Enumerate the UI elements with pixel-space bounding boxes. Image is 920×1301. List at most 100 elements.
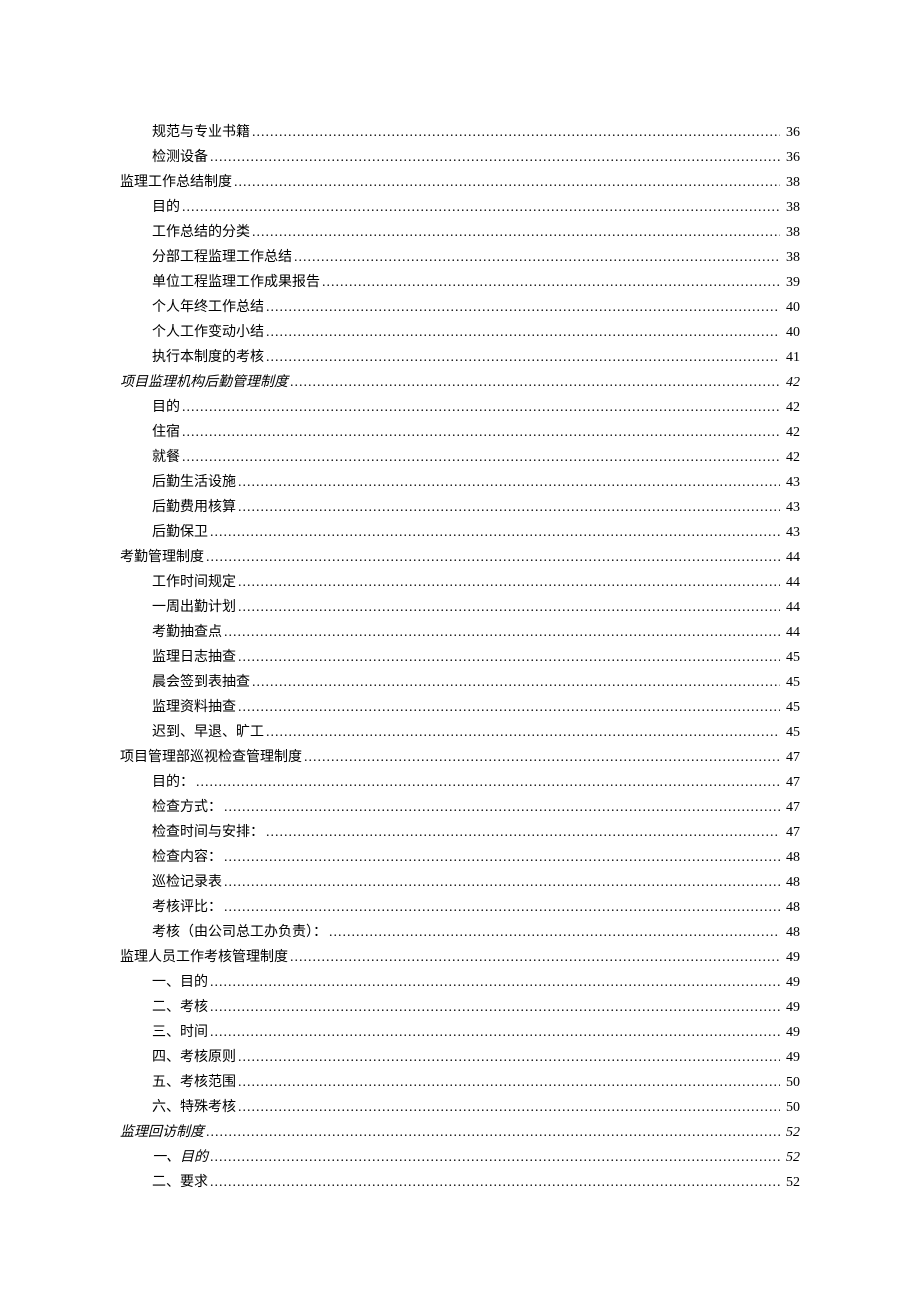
toc-entry[interactable]: 目的38	[152, 195, 800, 220]
toc-entry-label: 检测设备	[152, 145, 208, 170]
toc-entry-label: 一、目的	[152, 1145, 208, 1170]
toc-entry-label: 规范与专业书籍	[152, 120, 250, 145]
toc-entry[interactable]: 个人工作变动小结 40	[152, 320, 800, 345]
toc-entry-page: 49	[780, 945, 800, 970]
toc-entry[interactable]: 监理工作总结制度38	[120, 170, 800, 195]
toc-entry-page: 44	[780, 620, 800, 645]
toc-entry-label: 四、考核原则	[152, 1045, 236, 1070]
toc-entry-label: 监理工作总结制度	[120, 170, 232, 195]
toc-entry-label: 就餐	[152, 445, 180, 470]
toc-entry[interactable]: 单位工程监理工作成果报告39	[152, 270, 800, 295]
toc-leader-dots	[208, 1020, 780, 1045]
toc-leader-dots	[236, 1070, 780, 1095]
toc-leader-dots	[236, 570, 780, 595]
toc-entry[interactable]: 监理资料抽查 45	[152, 695, 800, 720]
toc-entry-label: 考勤抽查点	[152, 620, 222, 645]
toc-entry[interactable]: 项目管理部巡视检查管理制度47	[120, 745, 800, 770]
toc-leader-dots	[320, 270, 780, 295]
toc-entry[interactable]: 监理日志抽查45	[152, 645, 800, 670]
toc-entry-label: 个人年终工作总结	[152, 295, 264, 320]
toc-entry-label: 二、考核	[152, 995, 208, 1020]
toc-entry[interactable]: 一周出勤计划 44	[152, 595, 800, 620]
toc-leader-dots	[264, 295, 780, 320]
toc-entry[interactable]: 检测设备36	[152, 145, 800, 170]
toc-leader-dots	[292, 245, 780, 270]
toc-entry-label: 监理资料抽查	[152, 695, 236, 720]
toc-entry-label: 考勤管理制度	[120, 545, 204, 570]
toc-entry-label: 三、时间	[152, 1020, 208, 1045]
toc-entry-label: 项目监理机构后勤管理制度	[120, 370, 288, 395]
toc-entry[interactable]: 后勤费用核算43	[152, 495, 800, 520]
toc-entry-label: 考核评比：	[152, 895, 222, 920]
toc-entry-label: 监理人员工作考核管理制度	[120, 945, 288, 970]
toc-entry-page: 45	[780, 695, 800, 720]
toc-entry-label: 住宿	[152, 420, 180, 445]
toc-entry[interactable]: 执行本制度的考核41	[152, 345, 800, 370]
toc-leader-dots	[222, 795, 780, 820]
toc-entry[interactable]: 监理回访制度52	[120, 1120, 800, 1145]
toc-entry[interactable]: 检查方式：47	[152, 795, 800, 820]
toc-entry[interactable]: 迟到、早退、旷工45	[152, 720, 800, 745]
toc-entry-page: 40	[780, 320, 800, 345]
toc-entry[interactable]: 目的：47	[152, 770, 800, 795]
toc-leader-dots	[250, 670, 780, 695]
toc-entry-label: 目的：	[152, 770, 194, 795]
toc-entry[interactable]: 检查内容：48	[152, 845, 800, 870]
toc-entry[interactable]: 考核评比：48	[152, 895, 800, 920]
toc-entry[interactable]: 个人年终工作总结40	[152, 295, 800, 320]
toc-entry-page: 42	[780, 370, 800, 395]
toc-leader-dots	[208, 520, 780, 545]
toc-entry[interactable]: 二、考核 49	[152, 995, 800, 1020]
toc-entry[interactable]: 后勤保卫 43	[152, 520, 800, 545]
toc-leader-dots	[236, 1095, 780, 1120]
toc-leader-dots	[250, 220, 780, 245]
toc-leader-dots	[327, 920, 780, 945]
toc-entry[interactable]: 工作时间规定44	[152, 570, 800, 595]
toc-leader-dots	[288, 945, 780, 970]
toc-entry-page: 47	[780, 745, 800, 770]
toc-entry-label: 检查方式：	[152, 795, 222, 820]
toc-entry[interactable]: 考核（由公司总工办负责）：48	[152, 920, 800, 945]
toc-entry-page: 45	[780, 720, 800, 745]
toc-entry-label: 检查时间与安排：	[152, 820, 264, 845]
toc-entry[interactable]: 考勤抽查点 44	[152, 620, 800, 645]
toc-entry[interactable]: 后勤生活设施43	[152, 470, 800, 495]
toc-entry[interactable]: 工作总结的分类38	[152, 220, 800, 245]
toc-entry-label: 后勤生活设施	[152, 470, 236, 495]
toc-leader-dots	[208, 995, 780, 1020]
toc-entry-label: 个人工作变动小结	[152, 320, 264, 345]
toc-entry[interactable]: 五、考核范围50	[152, 1070, 800, 1095]
toc-entry[interactable]: 住宿42	[152, 420, 800, 445]
toc-entry[interactable]: 分部工程监理工作总结38	[152, 245, 800, 270]
toc-entry[interactable]: 晨会签到表抽查45	[152, 670, 800, 695]
toc-entry-label: 一周出勤计划	[152, 595, 236, 620]
toc-entry-label: 监理回访制度	[120, 1120, 204, 1145]
toc-entry-label: 执行本制度的考核	[152, 345, 264, 370]
toc-entry-page: 48	[780, 870, 800, 895]
toc-entry[interactable]: 检查时间与安排：47	[152, 820, 800, 845]
toc-leader-dots	[204, 1120, 780, 1145]
toc-entry[interactable]: 就餐42	[152, 445, 800, 470]
toc-entry-label: 后勤保卫	[152, 520, 208, 545]
toc-leader-dots	[236, 645, 780, 670]
toc-entry-page: 49	[780, 995, 800, 1020]
toc-leader-dots	[194, 770, 780, 795]
toc-entry-page: 43	[780, 520, 800, 545]
toc-entry[interactable]: 项目监理机构后勤管理制度 42	[120, 370, 800, 395]
toc-entry[interactable]: 一、目的52	[152, 1145, 800, 1170]
toc-entry[interactable]: 一、目的49	[152, 970, 800, 995]
toc-entry[interactable]: 规范与专业书籍36	[152, 120, 800, 145]
toc-entry-page: 38	[780, 220, 800, 245]
toc-entry[interactable]: 六、特殊考核50	[152, 1095, 800, 1120]
toc-entry[interactable]: 巡检记录表48	[152, 870, 800, 895]
toc-leader-dots	[264, 345, 780, 370]
toc-entry[interactable]: 四、考核原则49	[152, 1045, 800, 1070]
toc-entry[interactable]: 三、时间49	[152, 1020, 800, 1045]
toc-entry[interactable]: 二、要求52	[152, 1170, 800, 1195]
toc-entry[interactable]: 考勤管理制度44	[120, 545, 800, 570]
toc-entry-label: 五、考核范围	[152, 1070, 236, 1095]
toc-entry[interactable]: 监理人员工作考核管理制度 49	[120, 945, 800, 970]
toc-leader-dots	[208, 1170, 780, 1195]
toc-entry-page: 44	[780, 595, 800, 620]
toc-entry[interactable]: 目的42	[152, 395, 800, 420]
